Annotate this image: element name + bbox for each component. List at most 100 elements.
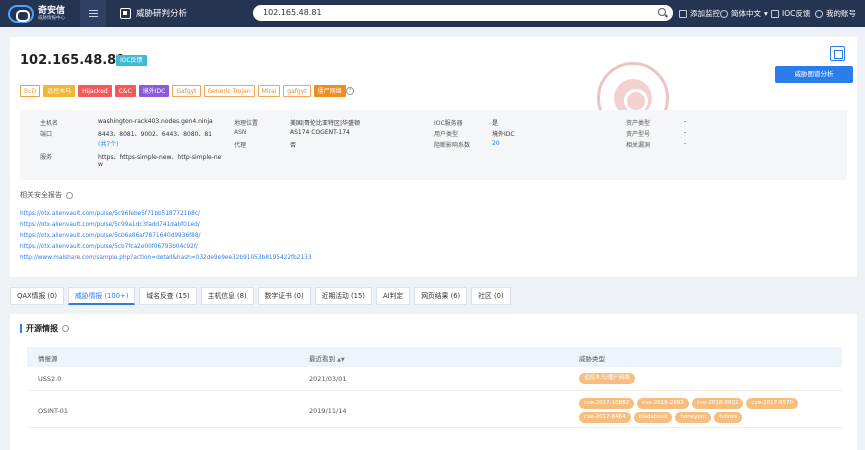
tab-recent-activity[interactable]: 近期活动 (15) bbox=[314, 287, 372, 305]
threat-type-cell: cve-2017-10882 cve-2018-2893 cve-2018-08… bbox=[579, 398, 809, 423]
hostname-label: 主机名 bbox=[40, 120, 59, 127]
ioc-server-value: 是 bbox=[492, 120, 499, 127]
column-header[interactable]: 最近看到 ▲▼ bbox=[309, 353, 345, 363]
threat-type-cell: 远控木马/僵尸网络 bbox=[579, 373, 809, 384]
tag: Hijacked bbox=[78, 85, 112, 97]
tab-domain-reverse[interactable]: 域名反查 (15) bbox=[139, 287, 197, 305]
user-type-value: 境外IDC bbox=[492, 131, 515, 138]
threat-tag: tvlinks bbox=[714, 412, 743, 423]
table-row: USS2.0 2021/03/01 远控木马/僵尸网络 bbox=[27, 367, 842, 391]
service-value-cont: w bbox=[98, 161, 103, 168]
tag: BLD bbox=[20, 85, 41, 97]
add-monitor-link[interactable]: 添加监控 bbox=[679, 8, 720, 19]
last-seen-cell: 2019/11/14 bbox=[309, 407, 347, 415]
tag: Generic Trojan bbox=[203, 85, 255, 97]
logo[interactable]: 奇安信 威胁情报中心 bbox=[8, 4, 65, 24]
table-header: 情报源 最近看到 ▲▼ 威胁类型 bbox=[27, 347, 842, 367]
threat-graph-button[interactable]: 威胁图谱分析 bbox=[775, 66, 853, 83]
report-link[interactable]: https://otx.alienvault.com/pulse/5c96feb… bbox=[20, 209, 312, 220]
language-select[interactable]: 简体中文 ▾ bbox=[720, 8, 768, 19]
help-icon[interactable]: ? bbox=[346, 87, 354, 95]
tab-certificates[interactable]: 数字证书 (0) bbox=[257, 287, 311, 305]
vuln-label: 相关漏洞 bbox=[626, 142, 651, 149]
threat-tag: cve-2017-8464 bbox=[579, 412, 631, 423]
report-links: https://otx.alienvault.com/pulse/5c96feb… bbox=[20, 209, 312, 264]
location-value: 美国|哥伦比亚特区|华盛顿 bbox=[290, 120, 361, 127]
logo-subtitle: 威胁情报中心 bbox=[38, 15, 65, 21]
tab-ai-verdict[interactable]: AI判定 bbox=[375, 287, 411, 305]
logo-name: 奇安信 bbox=[38, 5, 66, 16]
hostname-value: washington-rack403.nodes.gen4.ninja bbox=[98, 118, 213, 125]
threat-tag: cve-2018-0802 bbox=[691, 398, 744, 409]
threat-tag: 远控木马/僵尸网络 bbox=[579, 373, 635, 384]
ioc-feedback-link[interactable]: IOC反馈 bbox=[771, 8, 810, 19]
ip-summary-card: 102.165.48.81 IOC反馈 威胁图谱分析 BLD 远控木马 Hija… bbox=[10, 37, 857, 277]
tab-community[interactable]: 社区 (0) bbox=[471, 287, 511, 305]
source-cell: OSINT-01 bbox=[38, 407, 69, 415]
account-menu[interactable]: 我的账号 bbox=[815, 8, 856, 19]
report-link[interactable]: https://otx.alienvault.com/pulse/5c99a1d… bbox=[20, 220, 312, 231]
threat-tag: cve-2018-2893 bbox=[637, 398, 689, 409]
tab-qax-intel[interactable]: QAX情报 (0) bbox=[10, 287, 65, 305]
app-title: 威胁研判分析 bbox=[120, 7, 187, 19]
threat-tag: cve-2017-10882 bbox=[579, 398, 635, 409]
affected-value[interactable]: 20 bbox=[492, 140, 500, 147]
logo-icon bbox=[8, 5, 34, 23]
tag: 境外IDC bbox=[138, 85, 170, 97]
sort-icon[interactable]: ▲▼ bbox=[337, 357, 345, 363]
tab-web-results[interactable]: 网页结果 (6) bbox=[414, 287, 468, 305]
report-link[interactable]: http://www.malshare.com/sample.php?actio… bbox=[20, 253, 312, 264]
app-icon bbox=[120, 7, 131, 19]
globe-icon bbox=[720, 9, 728, 18]
tag: Gafgyt bbox=[172, 85, 201, 97]
tag: gafgyt bbox=[283, 85, 311, 97]
tag-list: BLD 远控木马 Hijacked C&C 境外IDC Gafgyt Gener… bbox=[20, 85, 346, 97]
report-link[interactable]: https://otx.alienvault.com/pulse/5cb6a86… bbox=[20, 231, 312, 242]
location-label: 地理位置 bbox=[234, 120, 259, 127]
search-icon[interactable] bbox=[658, 8, 666, 16]
feedback-icon bbox=[771, 9, 779, 18]
service-label: 服务 bbox=[40, 154, 53, 161]
column-header: 威胁类型 bbox=[579, 355, 605, 363]
monitor-icon bbox=[679, 9, 687, 18]
asset-model-label: 资产型号 bbox=[626, 131, 651, 138]
port-value: 8443、8081、9002、6443、8080、81 bbox=[98, 131, 212, 138]
help-icon[interactable] bbox=[62, 325, 69, 332]
port-label: 端口 bbox=[40, 131, 53, 138]
tag: C&C bbox=[114, 85, 136, 97]
tab-threat-intel[interactable]: 威胁情报 (100+) bbox=[68, 287, 136, 305]
tag: 远控木马 bbox=[43, 85, 76, 97]
report-link[interactable]: https://otx.alienvault.com/pulse/5cb7fca… bbox=[20, 242, 312, 253]
related-reports-title: 相关安全报告 bbox=[20, 190, 73, 200]
asset-type-label: 资产类型 bbox=[626, 120, 651, 127]
section-title: 开源情报 bbox=[20, 323, 69, 334]
tab-host-info[interactable]: 主机信息 (8) bbox=[200, 287, 254, 305]
search-input[interactable]: 102.165.48.81 bbox=[253, 5, 673, 21]
asn-value: AS174 COGENT-174 bbox=[290, 129, 350, 136]
search-value: 102.165.48.81 bbox=[263, 8, 322, 17]
source-cell: USS2.0 bbox=[38, 375, 62, 383]
ports-more-link[interactable]: (共7个) bbox=[98, 139, 119, 148]
threat-tag: cve-2017-8570 bbox=[746, 398, 799, 409]
proxy-label: 代理 bbox=[234, 142, 247, 149]
last-seen-cell: 2021/03/01 bbox=[309, 375, 347, 383]
user-icon bbox=[815, 9, 823, 18]
help-icon[interactable] bbox=[66, 191, 73, 199]
top-navbar: 奇安信 威胁情报中心 威胁研判分析 102.165.48.81 添加监控 简体中… bbox=[0, 0, 865, 27]
ioc-server-label: IOC服务器 bbox=[434, 120, 463, 127]
threat-tag: honeypot bbox=[675, 412, 712, 423]
report-download-icon[interactable] bbox=[830, 46, 845, 61]
info-panel: 主机名 washington-rack403.nodes.gen4.ninja … bbox=[20, 110, 847, 180]
tag: 僵尸网络 bbox=[313, 85, 346, 97]
user-type-label: 用户类型 bbox=[434, 131, 459, 138]
asset-model-value: - bbox=[684, 129, 687, 136]
table-row: OSINT-01 2019/11/14 cve-2017-10882 cve-2… bbox=[27, 392, 842, 428]
proxy-value: 否 bbox=[290, 142, 297, 149]
ip-address: 102.165.48.81 bbox=[20, 53, 126, 68]
open-intel-panel: 开源情报 情报源 最近看到 ▲▼ 威胁类型 USS2.0 2021/03/01 … bbox=[10, 314, 857, 450]
tag: Mirai bbox=[257, 85, 281, 97]
menu-toggle-button[interactable] bbox=[80, 0, 106, 27]
affected-label: 阻断影响系数 bbox=[434, 142, 471, 149]
ioc-feedback-badge[interactable]: IOC反馈 bbox=[116, 55, 147, 66]
threat-tag: bladabindi bbox=[633, 412, 673, 423]
